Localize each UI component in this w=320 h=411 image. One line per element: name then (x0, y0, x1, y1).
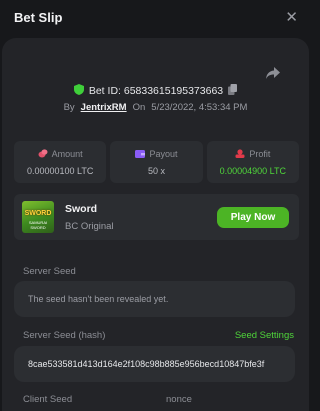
game-thumbnail[interactable]: SWORD SAMURAI SWORD (22, 201, 54, 233)
bet-id-row: Bet ID: 65833615195373663 (2, 84, 309, 98)
game-type: BC Original (65, 220, 114, 232)
wallet-icon (135, 150, 146, 158)
stat-payout: Payout 50 x (110, 141, 203, 183)
stat-profit-value: 0.00004900 LTC (219, 165, 287, 176)
game-thumbnail-title: SWORD (24, 210, 52, 217)
game-card: SWORD SAMURAI SWORD Sword BC Original Pl… (14, 194, 299, 240)
server-seed-label: Server Seed (23, 266, 76, 277)
on-label: On (132, 102, 146, 113)
copy-icon[interactable] (228, 84, 238, 98)
close-icon[interactable]: ✕ (285, 10, 298, 25)
bet-timestamp: 5/23/2022, 4:53:34 PM (151, 102, 248, 113)
play-now-button[interactable]: Play Now (217, 206, 289, 228)
stat-payout-value: 50 x (147, 165, 165, 176)
game-thumbnail-subtitle: SAMURAI SWORD (28, 220, 48, 230)
coins-icon (38, 149, 48, 158)
page-title: Bet Slip (14, 9, 63, 25)
client-seed-label: Client Seed (23, 394, 73, 405)
share-icon[interactable] (265, 66, 281, 80)
stat-amount-label: Amount (51, 148, 83, 159)
game-name: Sword (65, 202, 98, 215)
by-label: By (63, 102, 75, 113)
stat-profit: Profit 0.00004900 LTC (206, 141, 299, 183)
seed-settings-link[interactable]: Seed Settings (235, 330, 294, 341)
bet-id: Bet ID: 65833615195373663 (88, 85, 224, 97)
stat-amount: Amount 0.00000100 LTC (14, 141, 107, 183)
username-link[interactable]: JentrixRM (81, 102, 127, 113)
bet-stats: Amount 0.00000100 LTC Payout 50 x Profit… (14, 141, 299, 183)
bet-slip-header: Bet Slip ✕ (0, 0, 314, 34)
server-seed-hash-label: Server Seed (hash) (23, 330, 106, 341)
stat-payout-label: Payout (149, 148, 178, 159)
stat-profit-label: Profit (249, 148, 271, 159)
profit-icon (235, 149, 245, 158)
server-seed-field[interactable]: The seed hasn't been revealed yet. (14, 281, 295, 317)
verified-shield-icon (73, 84, 84, 98)
bet-author-row: By JentrixRM On 5/23/2022, 4:53:34 PM (2, 102, 309, 113)
stat-amount-value: 0.00000100 LTC (26, 165, 94, 176)
nonce-label: nonce (166, 394, 192, 405)
server-seed-hash-field[interactable]: 8cae533581d413d164e2f108c98b885e956becd1… (14, 346, 295, 382)
